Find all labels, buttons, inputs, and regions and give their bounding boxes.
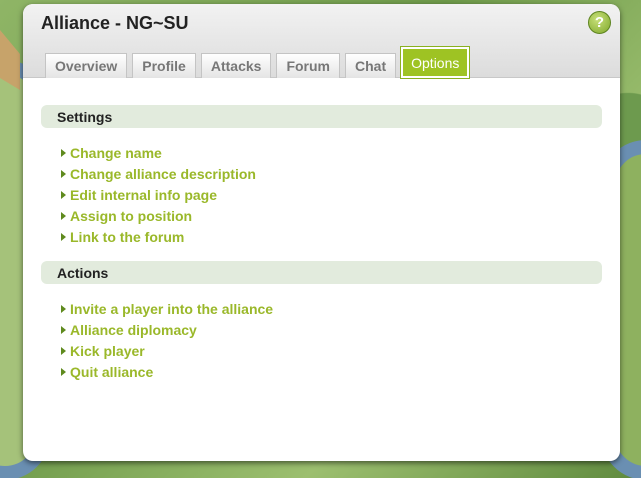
tab-attacks[interactable]: Attacks <box>200 53 272 78</box>
tab-overview[interactable]: Overview <box>45 53 128 78</box>
arrow-right-icon <box>61 169 66 178</box>
arrow-right-icon <box>61 304 66 313</box>
arrow-right-icon <box>61 211 66 220</box>
invite-player-link[interactable]: Invite a player into the alliance <box>70 301 273 317</box>
kick-player-link[interactable]: Kick player <box>70 343 145 359</box>
change-description-link[interactable]: Change alliance description <box>70 166 256 182</box>
list-item: Link to the forum <box>61 226 602 247</box>
tab-bar: Overview Profile Attacks Forum Chat Opti… <box>45 46 471 79</box>
alliance-diplomacy-link[interactable]: Alliance diplomacy <box>70 322 197 338</box>
tab-chat[interactable]: Chat <box>345 53 397 78</box>
actions-section-header: Actions <box>41 261 602 284</box>
window-title: Alliance - NG~SU <box>41 13 189 33</box>
arrow-right-icon <box>61 148 66 157</box>
help-button[interactable]: ? <box>588 11 611 34</box>
change-name-link[interactable]: Change name <box>70 145 162 161</box>
edit-info-page-link[interactable]: Edit internal info page <box>70 187 217 203</box>
arrow-right-icon <box>61 232 66 241</box>
assign-position-link[interactable]: Assign to position <box>70 208 192 224</box>
list-item: Assign to position <box>61 205 602 226</box>
link-forum-link[interactable]: Link to the forum <box>70 229 184 245</box>
help-icon: ? <box>594 14 605 31</box>
list-item: Edit internal info page <box>61 184 602 205</box>
tab-forum[interactable]: Forum <box>276 53 340 78</box>
list-item: Change alliance description <box>61 163 602 184</box>
window-header: Alliance - NG~SU ? Overview Profile Atta… <box>23 4 620 79</box>
list-item: Invite a player into the alliance <box>61 298 602 319</box>
list-item: Quit alliance <box>61 361 602 382</box>
quit-alliance-link[interactable]: Quit alliance <box>70 364 153 380</box>
tab-options[interactable]: Options <box>400 46 471 79</box>
arrow-right-icon <box>61 190 66 199</box>
list-item: Change name <box>61 142 602 163</box>
arrow-right-icon <box>61 346 66 355</box>
list-item: Alliance diplomacy <box>61 319 602 340</box>
list-item: Kick player <box>61 340 602 361</box>
actions-links: Invite a player into the alliance Allian… <box>41 284 602 382</box>
settings-section-header: Settings <box>41 105 602 128</box>
tab-profile[interactable]: Profile <box>132 53 196 78</box>
arrow-right-icon <box>61 367 66 376</box>
settings-links: Change name Change alliance description … <box>41 128 602 247</box>
arrow-right-icon <box>61 325 66 334</box>
options-content: Settings Change name Change alliance des… <box>23 78 620 382</box>
alliance-window: Alliance - NG~SU ? Overview Profile Atta… <box>23 4 620 461</box>
